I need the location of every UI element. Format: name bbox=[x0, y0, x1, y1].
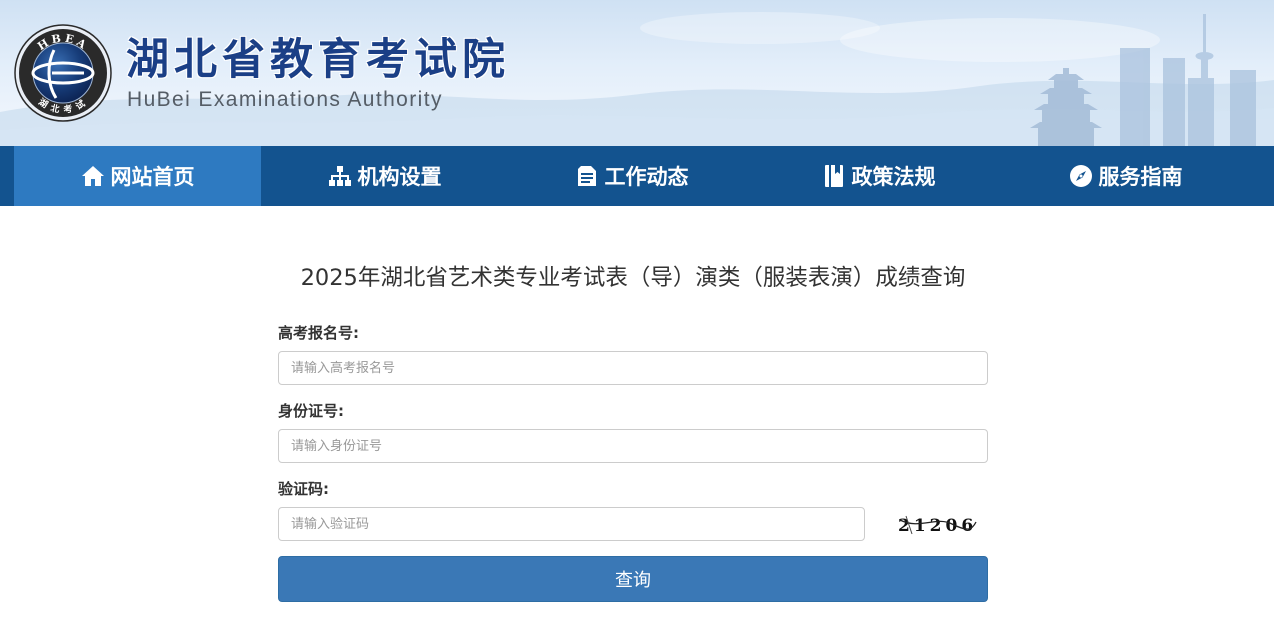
query-button[interactable]: 查询 bbox=[278, 556, 988, 602]
home-icon bbox=[81, 164, 105, 188]
site-subtitle: HuBei Examinations Authority bbox=[127, 88, 443, 111]
sitemap-icon bbox=[328, 164, 352, 188]
nav-item-label: 工作动态 bbox=[604, 165, 689, 189]
captcha-input[interactable] bbox=[278, 507, 865, 541]
nav-item-label: 政策法规 bbox=[851, 165, 936, 189]
id-number-label: 身份证号: bbox=[278, 402, 344, 420]
page-title: 2025年湖北省艺术类专业考试表（导）演类（服装表演）成绩查询 bbox=[300, 265, 966, 291]
hbea-logo-icon: HBEA 湖北考试 bbox=[14, 24, 112, 122]
nav-item-label: 机构设置 bbox=[357, 165, 442, 189]
exam-number-label: 高考报名号: bbox=[278, 324, 359, 342]
book-icon bbox=[822, 164, 846, 188]
header-banner: HBEA 湖北考试 湖北省教育考试院 HuBei Examinations Au… bbox=[0, 0, 1274, 146]
nav-item-policy[interactable]: 政策法规 bbox=[755, 146, 1002, 206]
nav-item-home[interactable]: 网站首页 bbox=[14, 146, 261, 206]
nav-item-label: 网站首页 bbox=[110, 165, 195, 189]
nav-item-organization[interactable]: 机构设置 bbox=[261, 146, 508, 206]
nav-item-news[interactable]: 工作动态 bbox=[508, 146, 755, 206]
captcha-label: 验证码: bbox=[278, 480, 329, 498]
captcha-text: 21206 bbox=[898, 516, 977, 536]
site-title: 湖北省教育考试院 bbox=[126, 35, 510, 85]
compass-icon bbox=[1069, 164, 1093, 188]
id-number-input[interactable] bbox=[278, 429, 988, 463]
captcha-image[interactable]: 21206 bbox=[892, 508, 982, 540]
document-icon bbox=[575, 164, 599, 188]
main-nav: 网站首页 机构设置 工作动态 政策法规 服务指南 bbox=[0, 146, 1274, 206]
exam-number-input[interactable] bbox=[278, 351, 988, 385]
nav-item-label: 服务指南 bbox=[1098, 165, 1183, 189]
nav-item-service-guide[interactable]: 服务指南 bbox=[1002, 146, 1249, 206]
